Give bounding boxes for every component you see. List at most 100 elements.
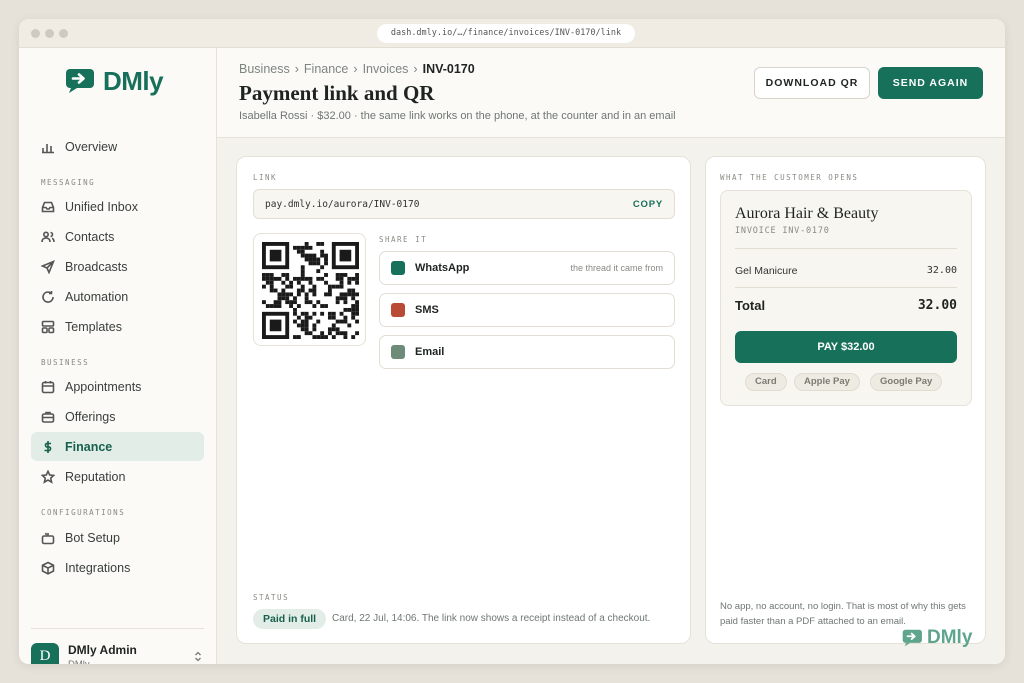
sidebar-item-label: Broadcasts bbox=[65, 259, 128, 274]
dollar-icon bbox=[44, 440, 52, 453]
customer-preview-card: WHAT THE CUSTOMER OPENS Aurora Hair & Be… bbox=[705, 156, 986, 648]
payment-link-field[interactable]: pay.dmly.io/aurora/INV-0170 COPY bbox=[253, 189, 675, 219]
share-channel-name: WhatsApp bbox=[415, 262, 470, 274]
share-channel-name: Email bbox=[415, 346, 445, 358]
window-minimize-dot[interactable] bbox=[45, 29, 54, 38]
line-item-name: Gel Manicure bbox=[735, 265, 798, 277]
browser-chrome: dash.dmly.io/…/finance/invoices/INV-0170… bbox=[19, 19, 1005, 48]
status-section-label: STATUS bbox=[253, 593, 290, 602]
layout-icon bbox=[41, 320, 55, 333]
sidebar-item-label: Finance bbox=[65, 439, 113, 454]
payment-method-apple-pay[interactable]: Apple Pay bbox=[794, 373, 860, 391]
main-content: Business › Finance › Invoices › INV-0170… bbox=[217, 48, 1005, 664]
inbox-icon bbox=[41, 201, 55, 212]
invoice-number: INVOICE INV-0170 bbox=[735, 226, 830, 236]
payment-link-card: LINK pay.dmly.io/aurora/INV-0170 COPY SH… bbox=[236, 156, 691, 644]
qr-code-icon bbox=[262, 242, 359, 339]
nav-section-configurations: CONFIGURATIONS bbox=[41, 508, 126, 517]
line-item-amount: 32.00 bbox=[926, 265, 957, 276]
page-title: Payment link and QR bbox=[239, 81, 435, 105]
status-badge: Paid in full bbox=[253, 609, 327, 629]
user-name: DMly Admin bbox=[68, 643, 137, 657]
bar-chart-icon bbox=[42, 143, 54, 153]
breadcrumb-separator: › bbox=[294, 62, 299, 76]
download-qr-button[interactable]: DOWNLOAD QR bbox=[754, 67, 870, 99]
sidebar-item-finance[interactable]: Finance bbox=[31, 432, 204, 461]
breadcrumb-finance[interactable]: Finance bbox=[304, 62, 348, 76]
star-icon bbox=[41, 469, 55, 484]
preview-footnote: No app, no account, no login. That is mo… bbox=[720, 601, 966, 627]
send-icon bbox=[41, 259, 55, 274]
sidebar-item-templates[interactable]: Templates bbox=[31, 312, 204, 341]
sidebar-item-offerings[interactable]: Offerings bbox=[31, 402, 204, 431]
share-email-button[interactable]: Email bbox=[379, 335, 675, 369]
sidebar-item-automation[interactable]: Automation bbox=[31, 282, 204, 311]
business-name: Aurora Hair & Beauty bbox=[735, 205, 879, 222]
share-sms-button[interactable]: SMS bbox=[379, 293, 675, 327]
brand-logo[interactable]: DMly bbox=[65, 65, 164, 96]
page-header: Business › Finance › Invoices › INV-0170… bbox=[217, 48, 1005, 138]
share-channel-note: the thread it came from bbox=[570, 263, 663, 273]
sidebar-item-integrations[interactable]: Integrations bbox=[31, 553, 204, 582]
payment-link-url[interactable]: pay.dmly.io/aurora/INV-0170 bbox=[265, 199, 419, 210]
window-maximize-dot[interactable] bbox=[59, 29, 68, 38]
sidebar-item-label: Contacts bbox=[65, 229, 115, 244]
share-whatsapp-button[interactable]: WhatsApp the thread it came from bbox=[379, 251, 675, 285]
preview-section-label: WHAT THE CUSTOMER OPENS bbox=[720, 173, 859, 182]
brand-watermark: DMly bbox=[902, 627, 972, 649]
total-label: Total bbox=[735, 298, 766, 313]
sidebar-item-reputation[interactable]: Reputation bbox=[31, 462, 204, 491]
window-close-dot[interactable] bbox=[31, 29, 40, 38]
chevron-up-down-icon bbox=[195, 651, 201, 662]
page-subtitle: Isabella Rossi · $32.00 · the same link … bbox=[239, 110, 676, 122]
share-section-label: SHARE IT bbox=[379, 235, 428, 244]
breadcrumb-business[interactable]: Business bbox=[239, 62, 290, 76]
divider bbox=[735, 287, 957, 288]
checkout-preview: Aurora Hair & Beauty INVOICE INV-0170 Ge… bbox=[720, 190, 972, 406]
sidebar-item-label: Overview bbox=[65, 139, 118, 154]
sidebar-item-label: Automation bbox=[65, 289, 129, 304]
send-again-button[interactable]: SEND AGAIN bbox=[878, 67, 983, 99]
sidebar-item-bot-setup[interactable]: Bot Setup bbox=[31, 523, 204, 552]
cube-icon bbox=[41, 561, 55, 575]
sidebar-item-label: Unified Inbox bbox=[65, 199, 138, 214]
sidebar-item-label: Reputation bbox=[65, 469, 126, 484]
breadcrumb-separator: › bbox=[413, 62, 418, 76]
copy-link-button[interactable]: COPY bbox=[633, 199, 663, 210]
bot-icon bbox=[41, 532, 55, 544]
briefcase-icon bbox=[41, 411, 55, 423]
sidebar-item-label: Templates bbox=[65, 319, 122, 334]
status-detail: Card, 22 Jul, 14:06. The link now shows … bbox=[332, 613, 651, 624]
user-account-switcher[interactable]: D DMly Admin DMly bbox=[31, 628, 204, 664]
sidebar: DMly Overview MESSAGING Unified Inbox Co… bbox=[19, 48, 217, 664]
payment-method-google-pay[interactable]: Google Pay bbox=[870, 373, 943, 391]
whatsapp-icon bbox=[391, 261, 405, 275]
users-icon bbox=[41, 230, 55, 242]
payment-method-card[interactable]: Card bbox=[745, 373, 787, 391]
sms-icon bbox=[391, 303, 405, 317]
sidebar-item-appointments[interactable]: Appointments bbox=[31, 372, 204, 401]
total-amount: 32.00 bbox=[917, 298, 957, 313]
chat-arrow-logo-icon bbox=[66, 69, 94, 93]
address-bar[interactable]: dash.dmly.io/…/finance/invoices/INV-0170… bbox=[377, 24, 635, 43]
calendar-icon bbox=[41, 380, 55, 393]
avatar: D bbox=[31, 642, 59, 664]
breadcrumb-separator: › bbox=[353, 62, 358, 76]
breadcrumb-invoices[interactable]: Invoices bbox=[363, 62, 409, 76]
chat-arrow-logo-icon bbox=[902, 629, 922, 647]
sidebar-item-unified-inbox[interactable]: Unified Inbox bbox=[31, 192, 204, 221]
sidebar-item-contacts[interactable]: Contacts bbox=[31, 222, 204, 251]
nav-section-messaging: MESSAGING bbox=[41, 178, 96, 187]
pay-button[interactable]: PAY $32.00 bbox=[735, 331, 957, 363]
sidebar-item-broadcasts[interactable]: Broadcasts bbox=[31, 252, 204, 281]
sidebar-item-overview[interactable]: Overview bbox=[31, 132, 204, 161]
user-role: DMly bbox=[68, 659, 137, 664]
sidebar-item-label: Appointments bbox=[65, 379, 142, 394]
sidebar-item-label: Integrations bbox=[65, 560, 131, 575]
breadcrumb-current: INV-0170 bbox=[422, 62, 475, 76]
link-section-label: LINK bbox=[253, 173, 278, 182]
qr-code bbox=[253, 233, 366, 346]
app-window: dash.dmly.io/…/finance/invoices/INV-0170… bbox=[19, 19, 1005, 664]
brand-name: DMly bbox=[103, 65, 164, 96]
refresh-icon bbox=[42, 290, 54, 303]
